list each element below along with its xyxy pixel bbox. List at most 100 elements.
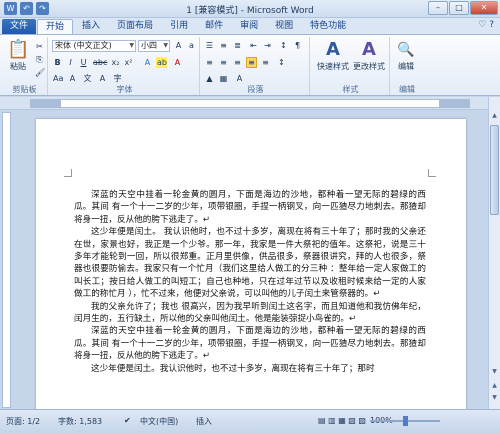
minimize-button[interactable]: – xyxy=(428,1,448,15)
subscript-button[interactable]: x₂ xyxy=(110,57,121,68)
tab-page-layout[interactable]: 页面布局 xyxy=(109,19,161,34)
prev-page-icon[interactable]: ▲ xyxy=(490,381,499,391)
ribbon-tabs: 文件 开始 插入 页面布局 引用 邮件 审阅 视图 特色功能 ♡ ? xyxy=(0,18,500,34)
font-color-icon[interactable]: A xyxy=(172,57,183,68)
borders-icon[interactable]: ▦ xyxy=(218,73,229,84)
paragraph: 我的父亲允许了；我也 很高兴，因为我早听到闰土这名字，而且知道他和我仿佛年纪，闰… xyxy=(74,301,426,325)
line-spacing-icon[interactable]: ↕ xyxy=(276,57,287,68)
tab-references[interactable]: 引用 xyxy=(162,19,196,34)
tab-file[interactable]: 文件 xyxy=(2,19,37,34)
char-border-icon[interactable]: A xyxy=(97,73,108,84)
vertical-scrollbar[interactable]: ▲ ▼ ▲ ▼ xyxy=(488,97,500,409)
change-case-icon[interactable]: Aa xyxy=(52,73,63,84)
maximize-button[interactable]: □ xyxy=(449,1,469,15)
numbering-icon[interactable]: ≡ xyxy=(218,40,229,51)
proofing-icon[interactable]: ✔ xyxy=(124,416,131,425)
superscript-button[interactable]: x² xyxy=(123,57,134,68)
sort-icon[interactable]: ↕ xyxy=(278,40,289,51)
quick-styles-label: 快速样式 xyxy=(317,62,349,71)
bullets-icon[interactable]: ☰ xyxy=(204,40,215,51)
justify-icon[interactable]: ≡ xyxy=(246,57,257,68)
distributed-icon[interactable]: ≡ xyxy=(260,57,271,68)
zoom-slider[interactable] xyxy=(370,416,440,426)
title-bar: W ↶ ↷ 1 [兼容模式] - Microsoft Word – □ ✕ xyxy=(0,0,500,18)
editing-group: 🔍 编辑 编辑 xyxy=(392,37,422,95)
close-button[interactable]: ✕ xyxy=(470,1,498,15)
clipboard-group-label: 剪贴板 xyxy=(12,85,37,94)
align-left-icon[interactable]: ≡ xyxy=(204,57,215,68)
font-size-value: 小四 xyxy=(141,41,157,50)
zoom-slider-knob[interactable] xyxy=(403,416,408,426)
font-group: 宋体 (中文正文) ▼ 小四 ▼ A a B I U abc x₂ x² A ab … xyxy=(50,37,200,95)
grow-font-icon[interactable]: A xyxy=(173,40,184,51)
next-page-icon[interactable]: ▼ xyxy=(490,393,499,403)
tab-review[interactable]: 审阅 xyxy=(232,19,266,34)
tab-mailings[interactable]: 邮件 xyxy=(197,19,231,34)
ruler-left-margin xyxy=(31,100,61,107)
status-bar: 页面: 1/2 字数: 1,583 ✔ 中文(中国) 插入 ▤ ▥ ▦ ▧ ▨ … xyxy=(0,409,500,433)
language[interactable]: 中文(中国) xyxy=(140,416,178,427)
binoculars-icon: 🔍 xyxy=(397,42,415,58)
font-group-label: 字体 xyxy=(116,85,133,94)
strikethrough-button[interactable]: abc xyxy=(92,57,107,68)
shading-icon[interactable]: ▲ xyxy=(204,73,215,84)
scroll-down-icon[interactable]: ▼ xyxy=(490,367,499,377)
increase-indent-icon[interactable]: ⇥ xyxy=(262,40,273,51)
window-title: 1 [兼容模式] - Microsoft Word xyxy=(186,6,314,16)
italic-button[interactable]: I xyxy=(65,57,76,68)
window-controls: – □ ✕ xyxy=(428,1,498,15)
chinese-layout-icon[interactable]: A xyxy=(234,73,245,84)
highlight-icon[interactable]: ab xyxy=(156,57,167,68)
paragraph: 深蓝的天空中挂着一轮金黄的圆月，下面是海边的沙地，都种着一望无际的碧绿的西瓜。其… xyxy=(74,190,426,225)
paste-button[interactable]: 📋 粘贴 xyxy=(4,39,32,72)
editing-group-label: 编辑 xyxy=(399,85,415,94)
show-marks-icon[interactable]: ¶ xyxy=(292,40,303,51)
bold-button[interactable]: B xyxy=(52,57,63,68)
document-page[interactable]: 深蓝的天空中挂着一轮金黄的圆月，下面是海边的沙地，都种着一望无际的碧绿的西瓜。其… xyxy=(36,119,466,409)
multilevel-list-icon[interactable]: ≣ xyxy=(232,40,243,51)
underline-button[interactable]: U xyxy=(78,57,89,68)
tab-home[interactable]: 开始 xyxy=(37,19,74,34)
text-effects-icon[interactable]: A xyxy=(142,57,153,68)
shrink-font-icon[interactable]: a xyxy=(186,40,197,51)
tab-view[interactable]: 视图 xyxy=(267,19,301,34)
clipboard-icon: 📋 xyxy=(7,39,30,60)
paragraph-group: ☰ ≡ ≣ ⇤ ⇥ ↕ ¶ ≡ ≡ ≡ ≡ ≡ ↕ ▲ ▦ A 段落 xyxy=(202,37,310,95)
font-name-value: 宋体 (中文正文) xyxy=(55,41,112,50)
view-buttons[interactable]: ▤ ▥ ▦ ▧ ▨ xyxy=(318,416,366,425)
cut-icon[interactable]: ✂ xyxy=(34,41,45,52)
clear-format-icon[interactable]: A xyxy=(67,73,78,84)
document-body[interactable]: 深蓝的天空中挂着一轮金黄的圆月，下面是海边的沙地，都种着一望无际的碧绿的西瓜。其… xyxy=(74,189,426,375)
document-area: 深蓝的天空中挂着一轮金黄的圆月，下面是海边的沙地，都种着一望无际的碧绿的西瓜。其… xyxy=(14,111,488,409)
enclose-char-icon[interactable]: 字 xyxy=(112,73,123,84)
paragraph-group-label: 段落 xyxy=(247,85,264,94)
horizontal-ruler[interactable] xyxy=(30,99,470,108)
styles-group-label: 样式 xyxy=(342,85,359,94)
align-right-icon[interactable]: ≡ xyxy=(232,57,243,68)
font-name-dropdown[interactable]: 宋体 (中文正文) ▼ xyxy=(52,40,136,52)
ribbon-home: 📋 粘贴 ✂ ⎘ 🖌 剪贴板 宋体 (中文正文) ▼ 小四 ▼ A a B I U … xyxy=(0,34,500,96)
phonetic-icon[interactable]: 文 xyxy=(82,73,93,84)
vertical-ruler[interactable] xyxy=(2,112,11,408)
tab-special-features[interactable]: 特色功能 xyxy=(302,19,354,34)
decrease-indent-icon[interactable]: ⇤ xyxy=(248,40,259,51)
quick-styles-icon: A xyxy=(326,39,340,60)
quick-styles-button[interactable]: A 快速样式 xyxy=(316,39,350,72)
format-painter-icon[interactable]: 🖌 xyxy=(34,67,45,78)
paragraph: 这少年便是闰土。 我认识他时，也不过十多岁，离现在将有三十年了；那时我的父亲还在… xyxy=(74,227,426,300)
change-styles-button[interactable]: A 更改样式 xyxy=(352,39,386,72)
align-center-icon[interactable]: ≡ xyxy=(218,57,229,68)
page-count[interactable]: 页面: 1/2 xyxy=(6,416,40,427)
scrollbar-thumb[interactable] xyxy=(490,125,499,215)
insert-mode[interactable]: 插入 xyxy=(196,416,212,427)
crop-mark-tr xyxy=(428,169,436,177)
scroll-up-icon[interactable]: ▲ xyxy=(490,111,499,121)
copy-icon[interactable]: ⎘ xyxy=(34,54,45,65)
word-count[interactable]: 字数: 1,583 xyxy=(58,416,102,427)
edit-button[interactable]: 🔍 编辑 xyxy=(392,39,420,72)
tab-insert[interactable]: 插入 xyxy=(74,19,108,34)
font-size-dropdown[interactable]: 小四 ▼ xyxy=(138,40,170,52)
paste-label: 粘贴 xyxy=(10,62,26,71)
change-styles-label: 更改样式 xyxy=(353,62,385,71)
help-icons[interactable]: ♡ ? xyxy=(478,20,494,30)
